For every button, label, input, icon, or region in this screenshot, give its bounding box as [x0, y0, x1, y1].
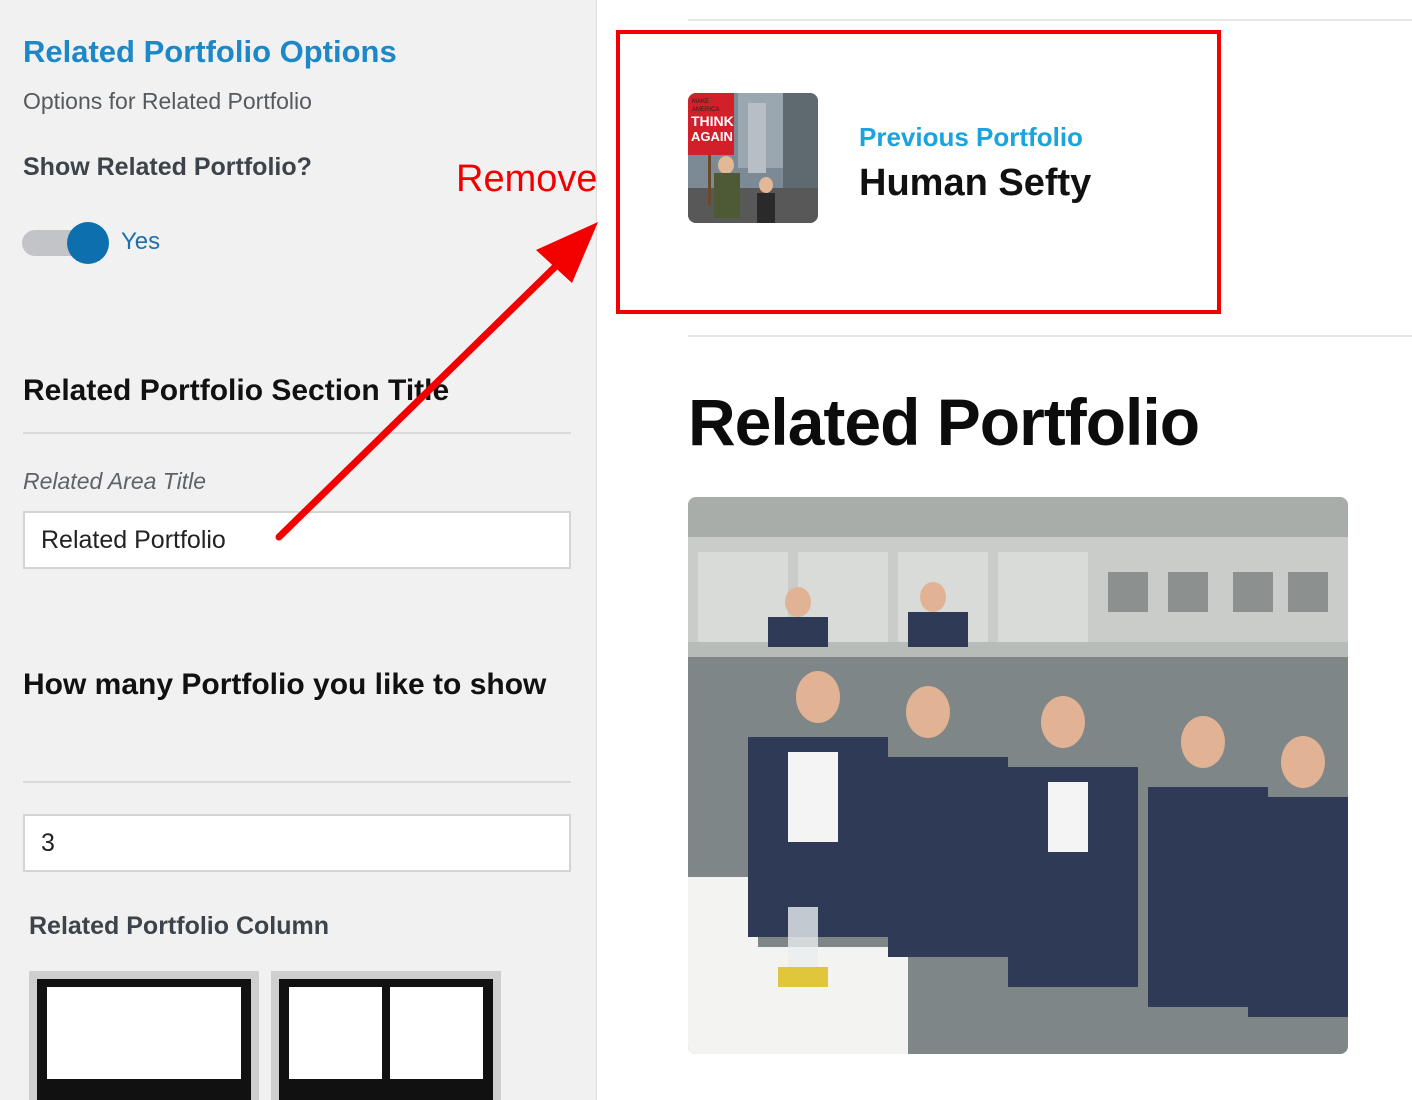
toggle-state-label: Yes — [121, 228, 161, 255]
divider — [23, 432, 571, 434]
divider — [688, 335, 1412, 337]
divider — [23, 781, 571, 783]
column-option-1[interactable] — [29, 971, 259, 1100]
area-title-label: Related Area Title — [23, 468, 207, 494]
related-portfolio-heading: Related Portfolio — [688, 385, 1200, 459]
panel-title: Related Portfolio Options — [23, 34, 397, 69]
meeting-photo — [688, 497, 1348, 1054]
annotation-remove-label: Remove — [456, 158, 598, 200]
two-column-layout-icon — [279, 979, 493, 1100]
one-column-layout-icon — [37, 979, 251, 1100]
show-related-toggle[interactable] — [22, 222, 112, 264]
column-label: Related Portfolio Column — [29, 912, 329, 940]
area-title-input[interactable]: Related Portfolio — [23, 511, 571, 569]
panel-description: Options for Related Portfolio — [23, 88, 312, 114]
show-related-label: Show Related Portfolio? — [23, 153, 312, 181]
count-heading: How many Portfolio you like to show — [23, 668, 547, 701]
count-input[interactable]: 3 — [23, 814, 571, 872]
highlight-box — [616, 30, 1221, 314]
section-title-heading: Related Portfolio Section Title — [23, 374, 450, 407]
related-portfolio-image[interactable] — [688, 497, 1348, 1054]
toggle-knob[interactable] — [67, 222, 109, 264]
divider — [688, 19, 1412, 21]
column-option-2[interactable] — [271, 971, 501, 1100]
